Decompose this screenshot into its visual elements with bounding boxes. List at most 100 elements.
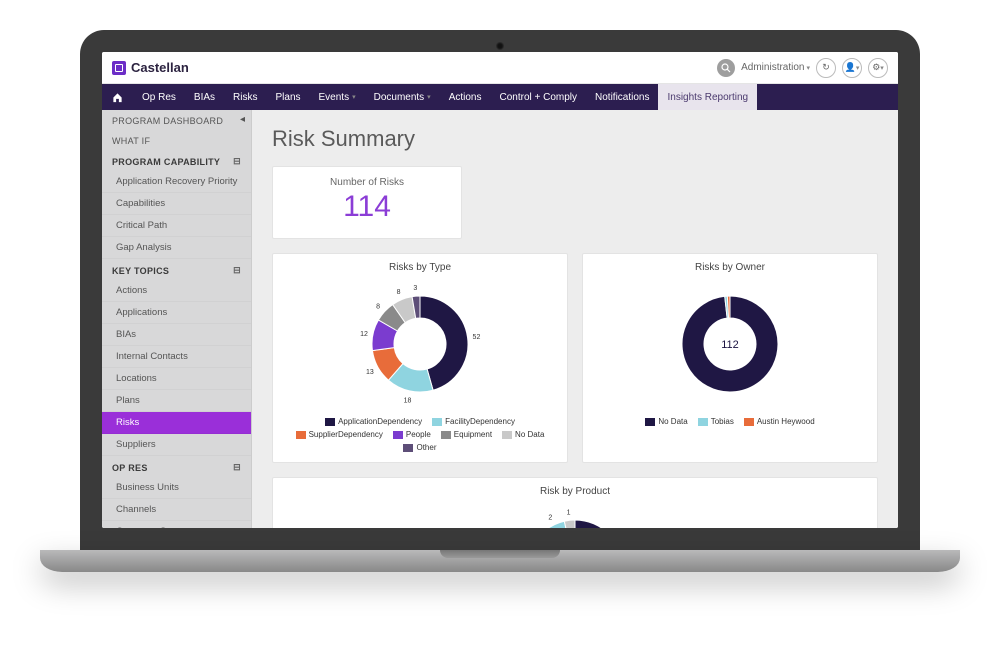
user-menu-button[interactable]: 👤▾ [842, 58, 862, 78]
sidebar-section-program-capability[interactable]: PROGRAM CAPABILITY⊟ [102, 150, 251, 171]
legend-item[interactable]: SupplierDependency [296, 430, 383, 439]
legend-swatch [432, 418, 442, 426]
laptop-base [40, 550, 960, 572]
chevron-down-icon: ▾ [806, 64, 810, 72]
legend-label: Austin Heywood [757, 417, 815, 426]
nav-item-actions[interactable]: Actions [440, 84, 491, 110]
nav-item-label: BIAs [194, 92, 215, 103]
administration-menu[interactable]: Administration ▾ [741, 62, 810, 73]
page-title: Risk Summary [272, 126, 878, 152]
legend-swatch [296, 431, 306, 439]
sidebar-link-program-dashboard[interactable]: PROGRAM DASHBOARD [102, 110, 251, 130]
nav-item-label: Control + Comply [499, 92, 577, 103]
legend-swatch [502, 431, 512, 439]
nav-item-label: Events [319, 92, 350, 103]
legend-label: SupplierDependency [309, 430, 383, 439]
sidebar-item-capabilities[interactable]: Capabilities [102, 193, 251, 215]
chevron-down-icon: ▾ [352, 93, 356, 101]
main-content: Risk Summary Number of Risks 114 Risks b… [252, 110, 898, 528]
legend-swatch [393, 431, 403, 439]
app-header: Castellan Administration ▾ ↻ 👤▾ ⚙▾ [102, 52, 898, 84]
nav-item-bias[interactable]: BIAs [185, 84, 224, 110]
legend-swatch [403, 444, 413, 452]
sidebar-item-customer-segments[interactable]: Customer Segments [102, 521, 251, 528]
legend-item[interactable]: No Data [645, 417, 687, 426]
chevron-down-icon: ▾ [856, 64, 860, 72]
donut-chart-risks-by-type: 52181312883 [355, 279, 485, 409]
nav-home[interactable] [102, 84, 133, 110]
nav-item-label: Actions [449, 92, 482, 103]
sidebar-section-title: PROGRAM CAPABILITY [112, 157, 220, 167]
legend-item[interactable]: Tobias [698, 417, 734, 426]
legend-label: People [406, 430, 431, 439]
legend-label: FacilityDependency [445, 417, 515, 426]
nav-item-control-comply[interactable]: Control + Comply [490, 84, 586, 110]
sidebar-item-plans[interactable]: Plans [102, 390, 251, 412]
nav-item-risks[interactable]: Risks [224, 84, 266, 110]
legend-item[interactable]: ApplicationDependency [325, 417, 422, 426]
nav-item-plans[interactable]: Plans [266, 84, 309, 110]
donut-value-label: 52 [473, 334, 481, 341]
sidebar-collapse-button[interactable]: ◂ [240, 114, 245, 125]
nav-item-events[interactable]: Events▾ [310, 84, 365, 110]
legend-label: Other [416, 443, 436, 452]
sidebar-item-critical-path[interactable]: Critical Path [102, 215, 251, 237]
nav-item-label: Op Res [142, 92, 176, 103]
sidebar-item-internal-contacts[interactable]: Internal Contacts [102, 346, 251, 368]
sidebar-section-key-topics[interactable]: KEY TOPICS ⊟ [102, 259, 251, 280]
nav-item-label: Documents [374, 92, 425, 103]
laptop-camera [496, 42, 504, 50]
sidebar-item-actions[interactable]: Actions [102, 280, 251, 302]
donut-value-label: 12 [360, 331, 368, 338]
sidebar-item-gap-analysis[interactable]: Gap Analysis [102, 237, 251, 259]
sidebar-section-op-res[interactable]: OP RES⊟ [102, 456, 251, 477]
nav-item-documents[interactable]: Documents▾ [365, 84, 440, 110]
kpi-card-number-of-risks: Number of Risks 114 [272, 166, 462, 239]
donut-value-label: 3 [413, 285, 417, 292]
nav-item-notifications[interactable]: Notifications [586, 84, 658, 110]
legend-item[interactable]: Equipment [441, 430, 492, 439]
brand-icon [112, 61, 126, 75]
sidebar-item-business-units[interactable]: Business Units [102, 477, 251, 499]
chart-legend: No Data Tobias Austin Heywood [645, 417, 814, 426]
sidebar-item-applications[interactable]: Applications [102, 302, 251, 324]
sidebar-item-locations[interactable]: Locations [102, 368, 251, 390]
sidebar-section-title: OP RES [112, 463, 148, 473]
donut-center-label: 112 [721, 339, 739, 351]
legend-item[interactable]: Other [403, 443, 436, 452]
nav-item-op-res[interactable]: Op Res [133, 84, 185, 110]
legend-item[interactable]: Austin Heywood [744, 417, 815, 426]
nav-tab-insights-reporting[interactable]: Insights Reporting [658, 84, 757, 110]
brand-logo[interactable]: Castellan [112, 60, 189, 75]
legend-item[interactable]: People [393, 430, 431, 439]
sidebar-item-application-recovery-priority[interactable]: Application Recovery Priority [102, 171, 251, 193]
kpi-value: 114 [273, 190, 461, 224]
search-icon [721, 63, 731, 73]
brand-name: Castellan [131, 60, 189, 75]
donut-segment[interactable] [564, 520, 575, 528]
user-icon: 👤 [845, 62, 856, 73]
sidebar-section-title: KEY TOPICS [112, 266, 169, 276]
sidebar-item-risks[interactable]: Risks [102, 412, 251, 434]
donut-value-label: 8 [376, 303, 380, 310]
administration-label: Administration [741, 62, 804, 73]
settings-menu-button[interactable]: ⚙▾ [868, 58, 888, 78]
donut-value-label: 1 [567, 509, 571, 516]
donut-value-label: 13 [366, 369, 374, 376]
sidebar-item-bias[interactable]: BIAs [102, 324, 251, 346]
legend-item[interactable]: FacilityDependency [432, 417, 515, 426]
legend-swatch [744, 418, 754, 426]
sidebar-item-channels[interactable]: Channels [102, 499, 251, 521]
legend-swatch [325, 418, 335, 426]
refresh-button[interactable]: ↻ [816, 58, 836, 78]
collapse-icon: ⊟ [233, 265, 241, 276]
donut-value-label: 2 [548, 515, 552, 522]
chart-title: Risk by Product [283, 486, 867, 497]
legend-item[interactable]: No Data [502, 430, 544, 439]
search-button[interactable] [717, 59, 735, 77]
donut-value-label: 18 [404, 398, 412, 405]
sidebar-link-what-if[interactable]: WHAT IF [102, 130, 251, 150]
sidebar-item-suppliers[interactable]: Suppliers [102, 434, 251, 456]
chart-card-risk-by-product: Risk by Product 1544221 [272, 477, 878, 528]
nav-item-label: Notifications [595, 92, 649, 103]
